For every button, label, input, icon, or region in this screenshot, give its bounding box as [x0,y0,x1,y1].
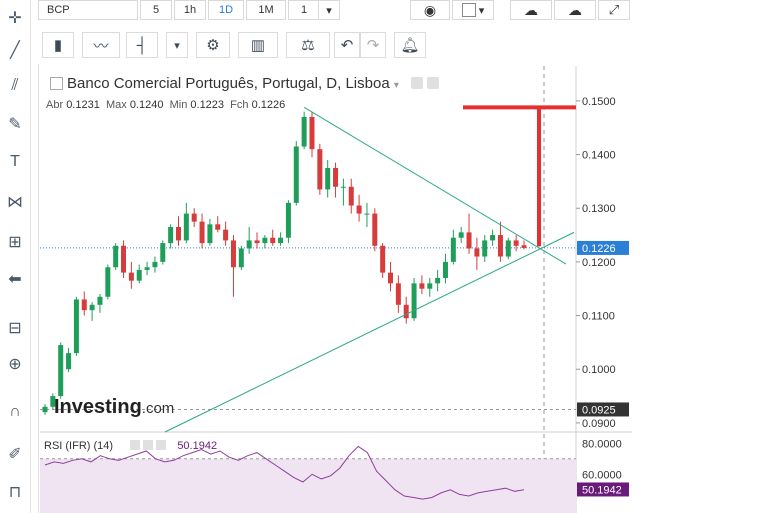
candle-body [411,283,417,319]
candle-body [474,248,480,257]
candle-body [419,283,425,289]
candle-body [317,149,323,190]
candle-body [364,213,370,215]
rsi-band [40,458,576,513]
candle-body [333,167,339,187]
candle-body [395,283,401,305]
y-tick-label: 0.1300 [582,203,616,215]
candle-body [97,296,103,305]
y-tick-label: 0.1200 [582,257,616,269]
candle-body [450,237,456,262]
candle-body [183,213,189,241]
candle-body [121,245,127,273]
candle-body [207,224,213,244]
candle-body [435,277,441,284]
y-tick-label: 0.1100 [582,311,615,323]
candle-body [191,213,197,222]
candle-body [66,353,72,370]
candle-body [215,224,221,230]
rsi-tick-label: 80.0000 [582,438,622,450]
candle-body [278,237,284,244]
y-tick-label: 0.1400 [582,150,616,162]
candle-body [152,261,158,268]
candle-body [466,232,472,249]
candle-body [372,213,378,246]
candle-body [238,248,244,268]
candle-body [160,243,166,262]
candle-body [270,237,276,244]
candle-body [175,226,181,241]
candle-body [442,261,448,278]
candle-body [325,167,331,190]
candle-body [105,267,111,297]
candle-body [246,240,252,249]
price-marker-label: 0.1226 [582,243,616,255]
candle-body [42,406,48,413]
y-tick-label: 0.0900 [582,418,616,430]
price-chart: 0.1500 0.1400 0.1300 0.1200 0.1100 0.1000 0.09… [40,66,632,513]
candle-body [262,237,268,244]
candle-body [348,186,354,206]
rsi-tick-label: 60.0000 [582,469,622,481]
candle-body [388,272,394,284]
rsi-gear-icon[interactable] [143,440,154,450]
candle-body [380,245,386,273]
rsi-eye-icon[interactable] [130,440,141,450]
candle-body [490,235,496,241]
candle-body [81,299,87,311]
candle-body [309,116,315,150]
candle-body [505,240,511,257]
candle-body [513,240,519,246]
candle-body [521,245,527,248]
lower-trendline [164,231,575,433]
candle-body [497,235,503,257]
candle-body [73,299,79,354]
rsi-value: 50.1942 [177,440,218,452]
y-tick-label: 0.1000 [582,364,616,376]
candle-body [113,245,119,268]
candle-body [58,345,64,397]
candle-body [482,240,488,257]
y-tick-label: 0.1500 [582,96,616,108]
candle-body [144,267,150,270]
candle-body [89,304,95,311]
rsi-label: RSI (IFR) (14) 50.1942 [44,440,218,452]
candle-body [168,226,174,244]
candle-body [199,221,205,244]
rsi-close-icon[interactable] [156,440,167,450]
candle-body [128,272,134,281]
candle-body [427,283,433,289]
candle-body [230,240,236,268]
candle-body [285,202,291,238]
rsi-marker-label: 50.1942 [582,484,622,496]
candle-body [223,229,229,241]
candle-body [301,116,307,147]
candle-body [340,186,346,188]
candle-body [293,146,299,203]
candle-body [254,240,260,244]
candle-body [458,232,464,238]
candle-body [403,304,409,319]
candle-body [356,205,362,214]
price-marker-label: 0.0925 [582,404,616,416]
candle-body [136,269,142,281]
investing-logo: Investing.com [54,396,175,418]
